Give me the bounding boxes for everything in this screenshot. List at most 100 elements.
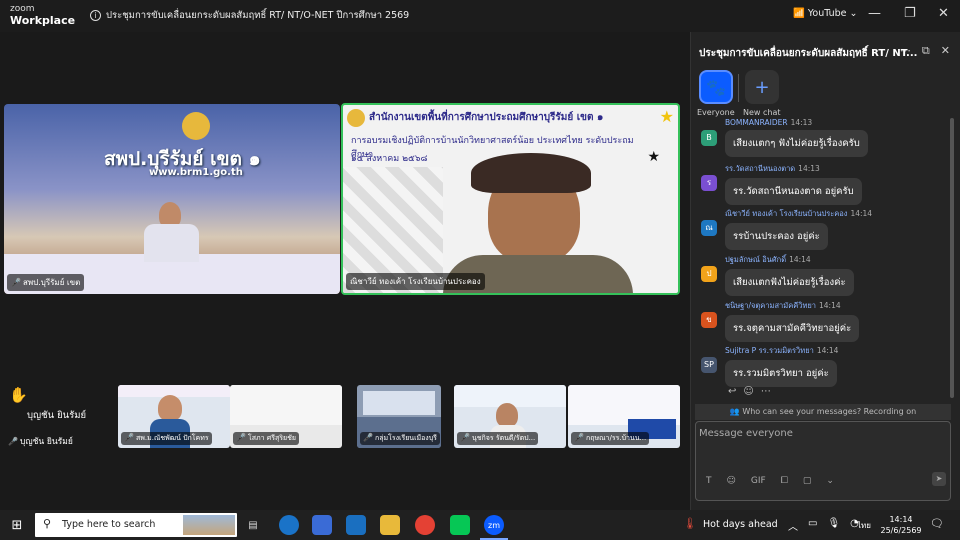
taskbar-search-input[interactable]: ⚲ Type here to search xyxy=(35,513,237,537)
message-text: รร.วัดสถานีหนองตาด อยู่ครับ xyxy=(725,178,862,205)
emoji-icon[interactable]: ☺ xyxy=(727,476,736,486)
thermometer-icon[interactable]: 🌡 xyxy=(683,517,697,530)
mic-muted-icon: 🎤 xyxy=(363,433,373,442)
gif-button[interactable]: GIF xyxy=(751,476,766,486)
screenshot-icon[interactable]: ⧠ xyxy=(781,476,788,486)
host-body xyxy=(144,224,199,262)
store-icon[interactable] xyxy=(312,515,332,535)
chat-message[interactable]: ชนิษฐา/จตุคามสามัคคีวิทยา 14:14 ข รร.จตุค… xyxy=(701,300,860,342)
close-icon[interactable]: ✕ xyxy=(941,44,950,58)
avatar: ป xyxy=(701,266,717,282)
signal-icon: 📶 xyxy=(793,8,805,19)
message-text: รร.รวมมิตรวิทยา อยู่ค่ะ xyxy=(725,360,837,387)
emblem-icon xyxy=(347,109,365,127)
chat-scrollbar[interactable] xyxy=(950,118,954,398)
task-view-icon[interactable]: ▤ xyxy=(243,515,263,535)
outlook-icon[interactable] xyxy=(346,515,366,535)
popout-icon[interactable]: ⧉ xyxy=(922,44,930,58)
reply-icon[interactable]: ↩ xyxy=(728,386,736,397)
chat-message[interactable]: ปฐมลักษณ์ อินศักดิ์ 14:14 ป เสียงแตกฟังไม… xyxy=(701,254,854,296)
send-icon[interactable]: ➤ xyxy=(932,472,946,486)
chat-title: ประชุมการขับเคลื่อนยกระดับผลสัมฤทธิ์ RT/… xyxy=(699,48,918,59)
video-tile-host[interactable]: สพป.บุรีรัมย์ เขต ๑ www.brm1.go.th 🎤 สพป.… xyxy=(4,104,340,294)
mic-muted-icon: 🎤 xyxy=(124,433,134,442)
mic-muted-icon: 🎤 xyxy=(8,437,18,446)
thumbnail-tile[interactable]: 🎤 กฤษณา/รร.บ้านน... xyxy=(568,385,680,448)
zoom-app-icon[interactable]: zm xyxy=(484,515,504,535)
chat-message[interactable]: ณิชาวีย์ ทองเค้า โรงเรียนบ้านประคอง 14:14… xyxy=(701,208,872,250)
more-icon[interactable]: ⋯ xyxy=(761,386,771,397)
search-highlight-image xyxy=(183,515,235,535)
privacy-note[interactable]: 👥 Who can see your messages? Recording o… xyxy=(695,404,951,420)
clock-date: 25/6/2569 xyxy=(880,526,922,535)
more-icon[interactable]: ⋯ xyxy=(900,44,911,58)
speaker-hair xyxy=(471,153,591,193)
tile-label: 🎤 สพป.บุรีรัมย์ เขต xyxy=(7,274,85,291)
title-bar: zoom Workplace i ประชุมการขับเคลื่อนยกระ… xyxy=(0,0,960,32)
line-app-icon[interactable] xyxy=(450,515,470,535)
youtube-label: YouTube xyxy=(807,8,847,19)
new-chat-button[interactable]: + xyxy=(745,70,779,104)
file-explorer-icon[interactable] xyxy=(380,515,400,535)
thumbnail-tile[interactable]: 🎤 นุชกิจร รัตนดี/รัตป... xyxy=(454,385,566,448)
camera-icon[interactable]: ▭ xyxy=(808,518,817,533)
mic-muted-icon: 🎤 xyxy=(11,278,21,287)
tab-everyone[interactable]: 🐾 xyxy=(699,70,733,104)
mic-muted-icon: 🎤 xyxy=(236,433,246,442)
meeting-title-text: ประชุมการขับเคลื่อนยกระดับผลสัมฤทธิ์ RT/… xyxy=(106,10,410,21)
message-text: เสียงแตกๆ ฟังไม่ค่อยรู้เรื่องครับ xyxy=(725,130,868,157)
avatar: ร xyxy=(701,175,717,191)
text-format-icon[interactable]: T xyxy=(706,476,712,486)
file-icon[interactable]: ▢ xyxy=(803,476,812,486)
chat-panel: ประชุมการขับเคลื่อนยกระดับผลสัมฤทธิ์ RT/… xyxy=(690,32,960,510)
people-icon: 👥 xyxy=(729,407,740,416)
chat-message[interactable]: Sujitra P รร.รวมมิตรวิทยา 14:14 SP รร.รวม… xyxy=(701,345,838,387)
star-icon: ★ xyxy=(659,107,674,126)
chevron-down-icon[interactable]: ⌄ xyxy=(826,476,834,486)
microphone-icon[interactable]: 🎙 xyxy=(827,518,840,533)
close-window-icon[interactable]: ✕ xyxy=(938,6,949,21)
notification-icon[interactable]: 🗨 xyxy=(930,517,944,530)
message-text: เสียงแตกฟังไม่ค่อยรู้เรื่องค่ะ xyxy=(725,269,854,296)
chat-message[interactable]: BOMMANRAIDER 14:13 B เสียงแตกๆ ฟังไม่ค่อย… xyxy=(701,118,868,157)
message-text: รรบ้านประคอง อยู่ค่ะ xyxy=(725,223,828,250)
video-tile-active-speaker[interactable]: สำนักงานเขตพื้นที่การศึกษาประถมศึกษาบุรี… xyxy=(341,103,680,295)
youtube-stream-button[interactable]: 📶 YouTube ⌄ xyxy=(793,8,858,19)
avatar: B xyxy=(701,130,717,146)
avatar: SP xyxy=(701,357,717,373)
tile-label: ณิชาวีย์ ทองเค้า โรงเรียนบ้านประคอง xyxy=(346,273,485,290)
minimize-icon[interactable]: — xyxy=(868,6,881,21)
thumbnail-tile[interactable]: 🎤 กลุ่มโรงเรียนเมืองบุรี xyxy=(357,385,441,448)
weather-text[interactable]: Hot days ahead xyxy=(703,519,778,530)
video-stage: สพป.บุรีรัมย์ เขต ๑ www.brm1.go.th 🎤 สพป.… xyxy=(0,32,690,510)
windows-start-icon[interactable]: ⊞ xyxy=(7,515,27,535)
slide-title: สำนักงานเขตพื้นที่การศึกษาประถมศึกษาบุรี… xyxy=(369,112,604,123)
message-text: รร.จตุคามสามัคคีวิทยาอยู่ค่ะ xyxy=(725,315,860,342)
chevron-down-icon: ⌄ xyxy=(849,8,858,19)
emblem-icon xyxy=(182,112,210,140)
search-icon: ⚲ xyxy=(43,517,52,530)
logo-bottom: Workplace xyxy=(10,14,76,27)
thumbnail-tile[interactable]: 🎤 สพ.ม.ณัชพัฒน์ ปักโคทร xyxy=(118,385,230,448)
chevron-up-icon[interactable]: ︿ xyxy=(788,518,798,533)
edge-browser-icon[interactable] xyxy=(279,515,299,535)
tab-divider xyxy=(738,74,739,102)
restore-icon[interactable]: ❐ xyxy=(904,6,916,21)
banner-url: www.brm1.go.th xyxy=(149,167,243,178)
message-list[interactable]: BOMMANRAIDER 14:13 B เสียงแตกๆ ฟังไม่ค่อย… xyxy=(691,116,953,403)
system-clock[interactable]: 14:14 25/6/2569 xyxy=(878,514,924,536)
participant xyxy=(158,395,182,421)
meeting-title[interactable]: i ประชุมการขับเคลื่อนยกระดับผลสัมฤทธิ์ R… xyxy=(90,8,409,23)
thumbnail-tile[interactable]: 🎤 โสภา ศรีสุริยชัย xyxy=(230,385,342,448)
info-icon[interactable]: i xyxy=(90,10,101,21)
composer-placeholder: Message everyone xyxy=(699,428,793,439)
message-composer[interactable]: Message everyone T ☺ GIF ⧠ ▢ ⌄ ➤ xyxy=(695,421,951,501)
chrome-icon[interactable] xyxy=(415,515,435,535)
classroom-screen xyxy=(363,391,435,415)
participant xyxy=(496,403,518,427)
zoom-logo: zoom Workplace xyxy=(10,4,75,26)
chat-message[interactable]: รร.วัดสถานีหนองตาด 14:13 ร รร.วัดสถานีหนอ… xyxy=(701,163,862,205)
emoji-reaction-icon[interactable]: ☺ xyxy=(743,386,753,397)
input-language[interactable]: ไทย xyxy=(857,519,871,532)
search-placeholder: Type here to search xyxy=(62,519,156,530)
